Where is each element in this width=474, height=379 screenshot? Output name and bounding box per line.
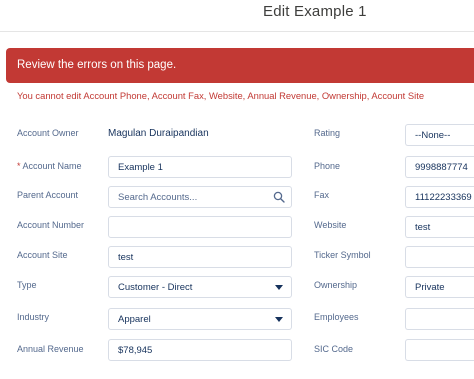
label-account-number: Account Number — [17, 220, 85, 230]
lookup-placeholder: Search Accounts... — [118, 192, 198, 203]
type-select[interactable]: Customer - Direct — [108, 276, 292, 298]
modal-header: Edit Example 1 — [0, 0, 474, 32]
label-fax: Fax — [314, 190, 330, 200]
account-number-field[interactable] — [108, 216, 292, 238]
account-name-field[interactable]: Example 1 — [108, 156, 292, 178]
label-type: Type — [17, 280, 37, 290]
account-owner-value: Magulan Duraipandian — [108, 128, 209, 139]
sic-code-field[interactable] — [405, 339, 474, 361]
ownership-select[interactable]: Private — [405, 276, 474, 298]
rating-select[interactable]: --None-- — [405, 124, 474, 146]
parent-account-lookup[interactable]: Search Accounts... — [108, 186, 292, 208]
annual-revenue-field[interactable]: $78,945 — [108, 339, 292, 361]
label-account-owner: Account Owner — [17, 128, 79, 138]
industry-selected-value: Apparel — [118, 314, 151, 325]
ticker-symbol-field[interactable] — [405, 246, 474, 268]
label-employees: Employees — [314, 312, 359, 322]
label-ownership: Ownership — [314, 280, 358, 290]
type-selected-value: Customer - Direct — [118, 282, 193, 293]
label-annual-revenue: Annual Revenue — [17, 344, 84, 354]
chevron-down-icon — [275, 317, 283, 322]
error-banner: Review the errors on this page. — [6, 48, 474, 83]
chevron-down-icon — [275, 285, 283, 290]
label-parent-account: Parent Account — [17, 190, 79, 200]
industry-select[interactable]: Apparel — [108, 308, 292, 330]
label-sic-code: SIC Code — [314, 344, 354, 354]
label-website: Website — [314, 220, 347, 230]
phone-field[interactable]: 9998887774 — [405, 156, 474, 178]
label-account-site: Account Site — [17, 250, 68, 260]
search-icon — [273, 191, 285, 203]
fax-field[interactable]: 11122233369 — [405, 186, 474, 208]
employees-field[interactable] — [405, 308, 474, 330]
required-asterisk: * — [17, 161, 21, 171]
label-industry: Industry — [17, 312, 50, 322]
page-title: Edit Example 1 — [263, 3, 367, 20]
error-detail-text: You cannot edit Account Phone, Account F… — [17, 90, 425, 101]
label-account-name: * Account Name — [17, 161, 82, 171]
label-phone: Phone — [314, 161, 341, 171]
website-field[interactable]: test — [405, 216, 474, 238]
label-ticker-symbol: Ticker Symbol — [314, 250, 371, 260]
account-site-field[interactable]: test — [108, 246, 292, 268]
label-rating: Rating — [314, 128, 341, 138]
